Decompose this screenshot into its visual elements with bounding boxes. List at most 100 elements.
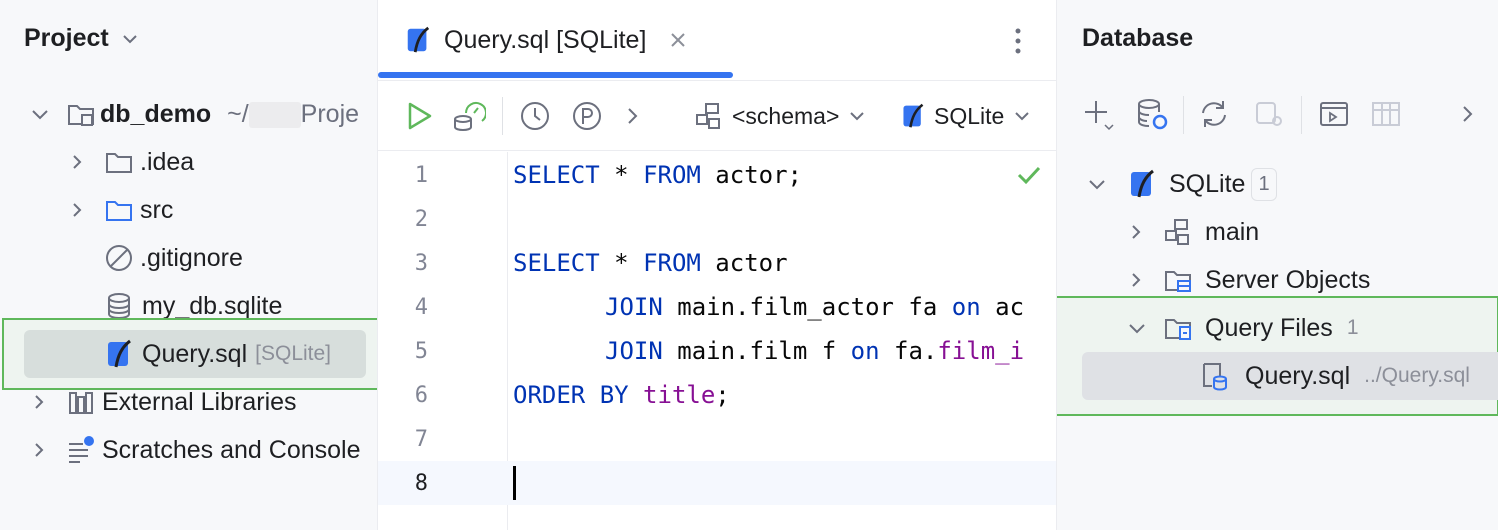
- sqlite-icon: [903, 103, 924, 128]
- line-number: 8: [414, 470, 428, 496]
- tree-item-query-files[interactable]: Query Files 1: [1127, 304, 1359, 352]
- tree-item-path: ../Query.sql: [1364, 364, 1470, 387]
- tree-item-label: .gitignore: [140, 243, 243, 272]
- tree-item-label: Query Files: [1205, 313, 1333, 342]
- code-line[interactable]: 1 SELECT * FROM actor;: [378, 153, 1056, 197]
- project-root-name: db_demo: [100, 99, 212, 128]
- sqlite-icon: [1131, 169, 1154, 198]
- code-line-current[interactable]: 8: [378, 461, 1056, 505]
- tree-item-gitignore[interactable]: .gitignore: [104, 234, 243, 282]
- database-panel: Database SQLite 1 main Server Objects Qu…: [1057, 0, 1498, 530]
- code-text: JOIN main.film f on fa.film_i: [605, 337, 1025, 365]
- table-icon[interactable]: [1369, 97, 1403, 131]
- tree-item-label: Server Objects: [1205, 265, 1371, 294]
- schema-dropdown-label: <schema>: [732, 102, 840, 129]
- disconnect-icon[interactable]: [1251, 97, 1285, 131]
- chevron-down-icon: [850, 112, 865, 121]
- schema-dropdown[interactable]: <schema>: [694, 95, 867, 137]
- tree-item-scratches[interactable]: Scratches and Console: [30, 426, 360, 474]
- chevron-right-icon[interactable]: [616, 99, 650, 133]
- more-options-icon[interactable]: [1006, 26, 1030, 56]
- text-cursor: [513, 466, 516, 500]
- tab-label: Query.sql [SQLite]: [444, 25, 647, 54]
- toolbar-separator: [502, 97, 503, 135]
- toolbar-separator: [1301, 96, 1302, 134]
- database-title: Database: [1082, 24, 1194, 52]
- tree-item-label: .idea: [140, 147, 195, 176]
- tree-item-idea[interactable]: .idea: [68, 138, 194, 186]
- schema-icon: [696, 103, 720, 129]
- explain-plan-icon[interactable]: [452, 99, 486, 133]
- datasource-properties-icon[interactable]: [1135, 97, 1169, 131]
- checkmark-icon: [1017, 166, 1041, 185]
- line-number: 7: [414, 426, 428, 452]
- line-number: 5: [414, 338, 428, 364]
- chevron-right-icon[interactable]: [1127, 271, 1145, 289]
- sqlite-file-icon: [407, 26, 430, 53]
- tree-item-count: 1: [1346, 316, 1359, 339]
- code-line[interactable]: 5 JOIN main.film f on fa.film_i: [378, 329, 1056, 373]
- project-root-path: ~/Proje: [227, 99, 360, 128]
- line-number: 3: [414, 250, 428, 276]
- sqlite-file-icon: [108, 339, 131, 368]
- tree-item-db-query-sql[interactable]: Query.sql ../Query.sql: [1199, 352, 1470, 400]
- project-view-selector[interactable]: Project: [24, 24, 141, 53]
- tree-item-src[interactable]: src: [68, 186, 173, 234]
- run-icon[interactable]: [402, 99, 436, 133]
- tree-item-label: my_db.sqlite: [142, 291, 283, 320]
- parameters-icon[interactable]: [570, 99, 604, 133]
- editor-toolbar: <schema> SQLite: [378, 81, 1056, 151]
- tree-item-label: main: [1205, 217, 1260, 246]
- chevron-down-icon[interactable]: [1087, 174, 1107, 194]
- datasource-name: SQLite: [1169, 169, 1246, 198]
- project-panel: Project db_demo ~/Proje .idea src .gitig…: [0, 0, 378, 530]
- scratches-icon: [69, 436, 94, 463]
- datasource-dropdown[interactable]: SQLite: [900, 95, 1032, 137]
- add-icon[interactable]: [1081, 97, 1115, 131]
- datasource-dropdown-label: SQLite: [934, 102, 1005, 129]
- refresh-icon[interactable]: [1197, 97, 1231, 131]
- tree-item-sqlite-datasource[interactable]: SQLite 1: [1087, 160, 1277, 208]
- code-text: SELECT * FROM actor: [513, 249, 788, 277]
- code-line[interactable]: 4 JOIN main.film_actor fa on ac: [378, 285, 1056, 329]
- tree-item-label: Query.sql: [142, 339, 248, 368]
- redacted-path: [248, 101, 301, 128]
- close-icon[interactable]: [668, 30, 688, 50]
- chevron-down-icon[interactable]: [1127, 318, 1147, 338]
- tree-item-label: Scratches and Console: [102, 435, 361, 464]
- code-line[interactable]: 6 ORDER BY title;: [378, 373, 1056, 417]
- chevron-right-icon[interactable]: [1451, 97, 1485, 131]
- chevron-right-icon[interactable]: [1127, 223, 1145, 241]
- chevron-right-icon[interactable]: [30, 393, 48, 411]
- folder-icon: [106, 153, 132, 173]
- line-number: 4: [414, 294, 428, 320]
- line-number: 1: [414, 162, 428, 188]
- line-number: 6: [414, 382, 428, 408]
- chevron-down-icon: [1015, 112, 1030, 121]
- active-tab-indicator: [378, 72, 733, 78]
- code-line[interactable]: 3 SELECT * FROM actor: [378, 241, 1056, 285]
- toolbar-separator: [1183, 96, 1184, 134]
- editor-tab-query-sql[interactable]: Query.sql [SQLite]: [378, 0, 733, 80]
- query-console-icon[interactable]: [1317, 97, 1351, 131]
- session-count-badge: 1: [1251, 167, 1277, 201]
- tree-item-query-sql[interactable]: Query.sql [SQLite]: [104, 330, 331, 378]
- server-objects-folder-icon: [1165, 271, 1191, 292]
- code-line[interactable]: 2: [378, 197, 1056, 241]
- tree-root-db-demo[interactable]: db_demo ~/Proje: [30, 90, 359, 138]
- history-icon[interactable]: [518, 99, 552, 133]
- tree-item-external-libraries[interactable]: External Libraries: [30, 378, 297, 426]
- query-files-folder-icon: [1165, 319, 1191, 340]
- chevron-right-icon[interactable]: [30, 441, 48, 459]
- tree-item-label: src: [140, 195, 174, 224]
- line-number: 2: [414, 206, 428, 232]
- chevron-down-icon[interactable]: [30, 104, 50, 124]
- code-line[interactable]: 7: [378, 417, 1056, 461]
- chevron-down-icon: [123, 34, 137, 43]
- chevron-right-icon[interactable]: [68, 201, 86, 219]
- code-text: ORDER BY title;: [513, 381, 730, 409]
- chevron-right-icon[interactable]: [68, 153, 86, 171]
- tree-item-main-schema[interactable]: main: [1127, 208, 1259, 256]
- ignored-file-icon: [106, 245, 132, 271]
- tree-item-label: Query.sql: [1245, 361, 1351, 390]
